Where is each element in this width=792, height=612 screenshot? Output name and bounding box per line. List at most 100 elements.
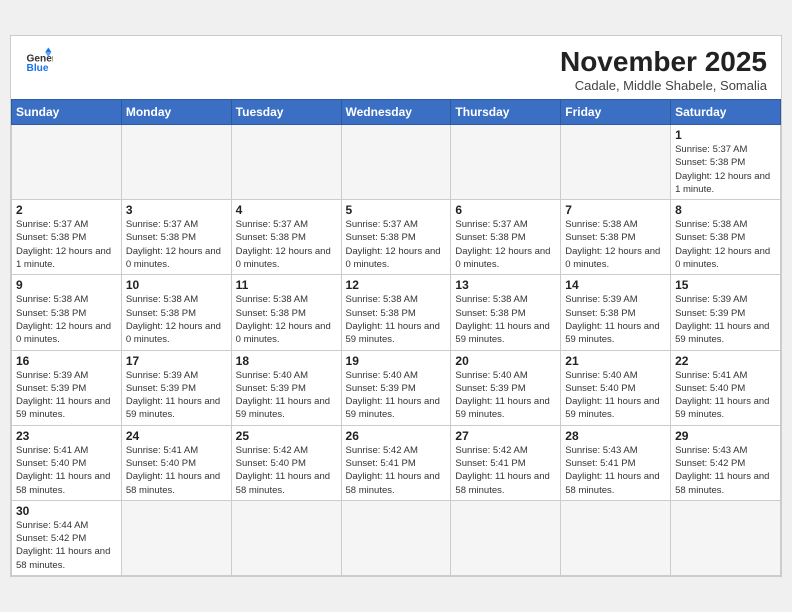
day-number: 9 — [16, 278, 117, 292]
day-info: Sunrise: 5:43 AM Sunset: 5:41 PM Dayligh… — [565, 444, 666, 497]
weekday-header-row: SundayMondayTuesdayWednesdayThursdayFrid… — [12, 99, 781, 124]
day-cell — [121, 124, 231, 199]
day-cell: 3Sunrise: 5:37 AM Sunset: 5:38 PM Daylig… — [121, 200, 231, 275]
week-row-2: 9Sunrise: 5:38 AM Sunset: 5:38 PM Daylig… — [12, 275, 781, 350]
day-cell: 22Sunrise: 5:41 AM Sunset: 5:40 PM Dayli… — [671, 350, 781, 425]
day-cell: 12Sunrise: 5:38 AM Sunset: 5:38 PM Dayli… — [341, 275, 451, 350]
day-info: Sunrise: 5:38 AM Sunset: 5:38 PM Dayligh… — [346, 293, 447, 346]
day-cell: 17Sunrise: 5:39 AM Sunset: 5:39 PM Dayli… — [121, 350, 231, 425]
day-info: Sunrise: 5:38 AM Sunset: 5:38 PM Dayligh… — [236, 293, 337, 346]
weekday-header-friday: Friday — [561, 99, 671, 124]
day-cell: 4Sunrise: 5:37 AM Sunset: 5:38 PM Daylig… — [231, 200, 341, 275]
day-cell: 6Sunrise: 5:37 AM Sunset: 5:38 PM Daylig… — [451, 200, 561, 275]
day-info: Sunrise: 5:37 AM Sunset: 5:38 PM Dayligh… — [675, 143, 776, 196]
logo: General Blue — [25, 46, 53, 74]
week-row-3: 16Sunrise: 5:39 AM Sunset: 5:39 PM Dayli… — [12, 350, 781, 425]
day-number: 16 — [16, 354, 117, 368]
calendar-body: 1Sunrise: 5:37 AM Sunset: 5:38 PM Daylig… — [12, 124, 781, 575]
day-number: 14 — [565, 278, 666, 292]
weekday-header-wednesday: Wednesday — [341, 99, 451, 124]
day-cell: 16Sunrise: 5:39 AM Sunset: 5:39 PM Dayli… — [12, 350, 122, 425]
day-cell: 7Sunrise: 5:38 AM Sunset: 5:38 PM Daylig… — [561, 200, 671, 275]
day-number: 8 — [675, 203, 776, 217]
day-number: 20 — [455, 354, 556, 368]
day-number: 4 — [236, 203, 337, 217]
day-number: 13 — [455, 278, 556, 292]
day-cell: 19Sunrise: 5:40 AM Sunset: 5:39 PM Dayli… — [341, 350, 451, 425]
day-info: Sunrise: 5:43 AM Sunset: 5:42 PM Dayligh… — [675, 444, 776, 497]
day-cell — [231, 500, 341, 575]
day-number: 7 — [565, 203, 666, 217]
day-number: 1 — [675, 128, 776, 142]
day-info: Sunrise: 5:37 AM Sunset: 5:38 PM Dayligh… — [16, 218, 117, 271]
day-cell: 14Sunrise: 5:39 AM Sunset: 5:38 PM Dayli… — [561, 275, 671, 350]
day-number: 3 — [126, 203, 227, 217]
week-row-5: 30Sunrise: 5:44 AM Sunset: 5:42 PM Dayli… — [12, 500, 781, 575]
day-info: Sunrise: 5:38 AM Sunset: 5:38 PM Dayligh… — [126, 293, 227, 346]
day-info: Sunrise: 5:42 AM Sunset: 5:41 PM Dayligh… — [455, 444, 556, 497]
day-number: 26 — [346, 429, 447, 443]
day-number: 2 — [16, 203, 117, 217]
day-info: Sunrise: 5:41 AM Sunset: 5:40 PM Dayligh… — [126, 444, 227, 497]
calendar-table: SundayMondayTuesdayWednesdayThursdayFrid… — [11, 99, 781, 576]
day-number: 29 — [675, 429, 776, 443]
day-cell: 13Sunrise: 5:38 AM Sunset: 5:38 PM Dayli… — [451, 275, 561, 350]
location-subtitle: Cadale, Middle Shabele, Somalia — [560, 78, 767, 93]
weekday-header-saturday: Saturday — [671, 99, 781, 124]
week-row-0: 1Sunrise: 5:37 AM Sunset: 5:38 PM Daylig… — [12, 124, 781, 199]
day-cell: 11Sunrise: 5:38 AM Sunset: 5:38 PM Dayli… — [231, 275, 341, 350]
day-info: Sunrise: 5:40 AM Sunset: 5:39 PM Dayligh… — [236, 369, 337, 422]
weekday-header-sunday: Sunday — [12, 99, 122, 124]
day-cell: 30Sunrise: 5:44 AM Sunset: 5:42 PM Dayli… — [12, 500, 122, 575]
day-cell — [451, 124, 561, 199]
day-info: Sunrise: 5:39 AM Sunset: 5:39 PM Dayligh… — [675, 293, 776, 346]
day-cell — [561, 500, 671, 575]
day-cell — [341, 124, 451, 199]
day-cell: 28Sunrise: 5:43 AM Sunset: 5:41 PM Dayli… — [561, 425, 671, 500]
day-cell: 5Sunrise: 5:37 AM Sunset: 5:38 PM Daylig… — [341, 200, 451, 275]
day-info: Sunrise: 5:38 AM Sunset: 5:38 PM Dayligh… — [675, 218, 776, 271]
day-number: 17 — [126, 354, 227, 368]
weekday-header-monday: Monday — [121, 99, 231, 124]
day-cell: 1Sunrise: 5:37 AM Sunset: 5:38 PM Daylig… — [671, 124, 781, 199]
day-number: 5 — [346, 203, 447, 217]
day-info: Sunrise: 5:41 AM Sunset: 5:40 PM Dayligh… — [675, 369, 776, 422]
day-cell — [231, 124, 341, 199]
day-info: Sunrise: 5:38 AM Sunset: 5:38 PM Dayligh… — [16, 293, 117, 346]
day-cell: 8Sunrise: 5:38 AM Sunset: 5:38 PM Daylig… — [671, 200, 781, 275]
day-number: 23 — [16, 429, 117, 443]
day-number: 28 — [565, 429, 666, 443]
day-cell: 20Sunrise: 5:40 AM Sunset: 5:39 PM Dayli… — [451, 350, 561, 425]
day-cell — [451, 500, 561, 575]
day-info: Sunrise: 5:44 AM Sunset: 5:42 PM Dayligh… — [16, 519, 117, 572]
day-number: 12 — [346, 278, 447, 292]
day-info: Sunrise: 5:37 AM Sunset: 5:38 PM Dayligh… — [236, 218, 337, 271]
weekday-header-tuesday: Tuesday — [231, 99, 341, 124]
weekday-header-thursday: Thursday — [451, 99, 561, 124]
day-cell — [341, 500, 451, 575]
day-cell — [121, 500, 231, 575]
day-cell: 2Sunrise: 5:37 AM Sunset: 5:38 PM Daylig… — [12, 200, 122, 275]
day-info: Sunrise: 5:40 AM Sunset: 5:39 PM Dayligh… — [346, 369, 447, 422]
day-cell: 25Sunrise: 5:42 AM Sunset: 5:40 PM Dayli… — [231, 425, 341, 500]
day-number: 22 — [675, 354, 776, 368]
day-info: Sunrise: 5:37 AM Sunset: 5:38 PM Dayligh… — [346, 218, 447, 271]
day-info: Sunrise: 5:39 AM Sunset: 5:39 PM Dayligh… — [126, 369, 227, 422]
day-info: Sunrise: 5:42 AM Sunset: 5:40 PM Dayligh… — [236, 444, 337, 497]
week-row-4: 23 Sunrise: 5:41 AM Sunset: 5:40 PM Dayli… — [12, 425, 781, 500]
day-number: 25 — [236, 429, 337, 443]
day-cell: 24Sunrise: 5:41 AM Sunset: 5:40 PM Dayli… — [121, 425, 231, 500]
day-info: Sunrise: 5:40 AM Sunset: 5:39 PM Dayligh… — [455, 369, 556, 422]
day-cell: 26Sunrise: 5:42 AM Sunset: 5:41 PM Dayli… — [341, 425, 451, 500]
logo-icon: General Blue — [25, 46, 53, 74]
day-cell — [671, 500, 781, 575]
calendar-container: General Blue November 2025 Cadale, Middl… — [10, 35, 782, 577]
day-cell: 18Sunrise: 5:40 AM Sunset: 5:39 PM Dayli… — [231, 350, 341, 425]
title-block: November 2025 Cadale, Middle Shabele, So… — [560, 46, 767, 93]
day-cell: 9Sunrise: 5:38 AM Sunset: 5:38 PM Daylig… — [12, 275, 122, 350]
day-number: 21 — [565, 354, 666, 368]
day-info: Sunrise: 5:39 AM Sunset: 5:39 PM Dayligh… — [16, 369, 117, 422]
calendar-header: General Blue November 2025 Cadale, Middl… — [11, 36, 781, 99]
day-info: Sunrise: 5:37 AM Sunset: 5:38 PM Dayligh… — [126, 218, 227, 271]
day-number: 24 — [126, 429, 227, 443]
